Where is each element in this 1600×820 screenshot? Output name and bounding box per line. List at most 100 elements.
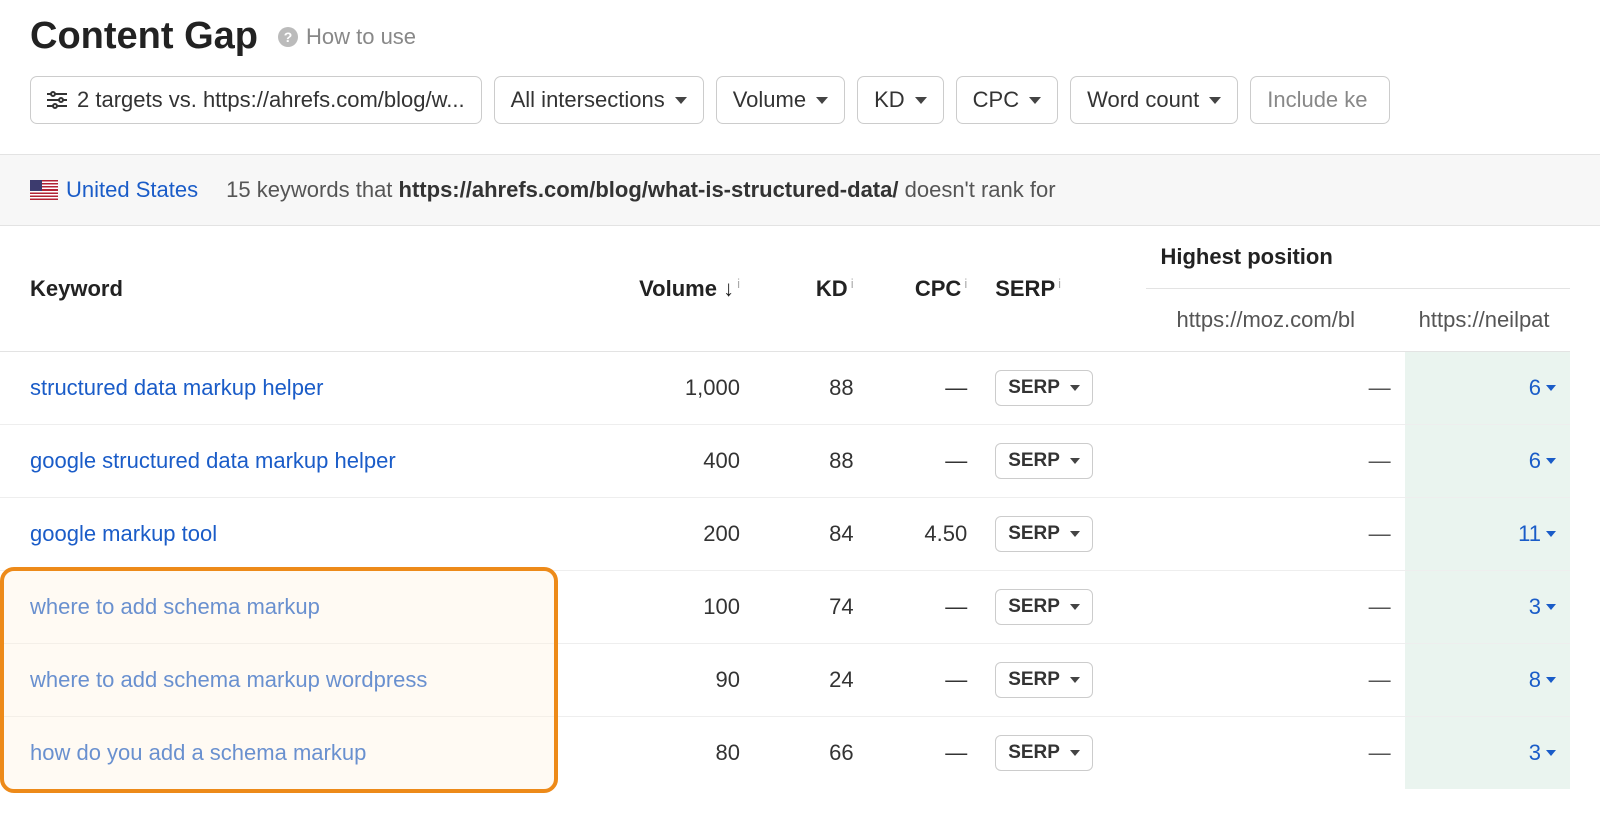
table-row: where to add schema markup10074—SERP—3 <box>0 571 1570 644</box>
word-count-filter[interactable]: Word count <box>1070 76 1238 124</box>
col-position-target-1[interactable]: https://moz.com/bl <box>1146 289 1404 352</box>
us-flag-icon <box>30 180 58 200</box>
intersections-filter-label: All intersections <box>511 87 665 113</box>
cell-position-1: — <box>1146 571 1404 644</box>
intersections-filter[interactable]: All intersections <box>494 76 704 124</box>
serp-button[interactable]: SERP <box>995 516 1093 552</box>
keyword-link[interactable]: google markup tool <box>30 521 217 546</box>
chevron-down-icon <box>675 97 687 104</box>
col-position-target-2[interactable]: https://neilpat <box>1405 289 1570 352</box>
summary-mid: keywords that <box>257 177 393 202</box>
kd-filter-label: KD <box>874 87 905 113</box>
cell-volume: 400 <box>578 425 754 498</box>
col-kd[interactable]: KDi <box>754 226 868 352</box>
keyword-link[interactable]: where to add schema markup <box>30 594 320 619</box>
col-cpc[interactable]: CPCi <box>868 226 982 352</box>
country-selector[interactable]: United States <box>30 177 206 203</box>
targets-filter-label: 2 targets vs. https://ahrefs.com/blog/w.… <box>77 87 465 113</box>
cell-kd: 84 <box>754 498 868 571</box>
table-row: google structured data markup helper4008… <box>0 425 1570 498</box>
info-icon: i <box>737 276 740 291</box>
table-row: structured data markup helper1,00088—SER… <box>0 352 1570 425</box>
summary-bar: United States 15 keywords that https://a… <box>0 154 1600 226</box>
keyword-link[interactable]: google structured data markup helper <box>30 448 396 473</box>
sort-desc-icon: ↓ <box>717 276 734 301</box>
cell-position-1: — <box>1146 498 1404 571</box>
cell-volume: 90 <box>578 644 754 717</box>
question-icon: ? <box>278 27 298 47</box>
cpc-filter[interactable]: CPC <box>956 76 1058 124</box>
cell-volume: 1,000 <box>578 352 754 425</box>
cell-kd: 88 <box>754 352 868 425</box>
cell-position-1: — <box>1146 425 1404 498</box>
col-serp-label: SERP <box>995 276 1055 301</box>
chevron-down-icon <box>915 97 927 104</box>
col-volume-label: Volume <box>639 276 717 301</box>
serp-button[interactable]: SERP <box>995 735 1093 771</box>
keyword-link[interactable]: how do you add a schema markup <box>30 740 366 765</box>
cell-cpc: — <box>868 717 982 790</box>
chevron-down-icon <box>1546 604 1556 610</box>
cell-volume: 100 <box>578 571 754 644</box>
keywords-table: Keyword Volume ↓i KDi CPCi SERPi Highest… <box>0 226 1570 789</box>
volume-filter-label: Volume <box>733 87 806 113</box>
chevron-down-icon <box>1546 750 1556 756</box>
serp-button[interactable]: SERP <box>995 370 1093 406</box>
position-link[interactable]: 6 <box>1529 448 1556 474</box>
serp-button[interactable]: SERP <box>995 662 1093 698</box>
table-row: how do you add a schema markup8066—SERP—… <box>0 717 1570 790</box>
col-kd-label: KD <box>816 276 848 301</box>
position-link[interactable]: 3 <box>1529 594 1556 620</box>
cell-cpc: — <box>868 644 982 717</box>
chevron-down-icon <box>1070 458 1080 464</box>
keyword-link[interactable]: structured data markup helper <box>30 375 324 400</box>
info-icon: i <box>1058 276 1061 291</box>
col-volume[interactable]: Volume ↓i <box>578 226 754 352</box>
position-link[interactable]: 3 <box>1529 740 1556 766</box>
kd-filter[interactable]: KD <box>857 76 944 124</box>
chevron-down-icon <box>1209 97 1221 104</box>
info-icon: i <box>964 276 967 291</box>
cell-cpc: 4.50 <box>868 498 982 571</box>
targets-filter[interactable]: 2 targets vs. https://ahrefs.com/blog/w.… <box>30 76 482 124</box>
serp-button[interactable]: SERP <box>995 589 1093 625</box>
page-title: Content Gap <box>30 15 258 58</box>
cell-position-1: — <box>1146 717 1404 790</box>
table-row: where to add schema markup wordpress 9024… <box>0 644 1570 717</box>
position-link[interactable]: 11 <box>1518 521 1556 547</box>
cell-kd: 24 <box>754 644 868 717</box>
include-keywords-input[interactable]: Include ke <box>1250 76 1390 124</box>
summary-text: 15 keywords that https://ahrefs.com/blog… <box>226 177 1055 203</box>
summary-tail: doesn't rank for <box>905 177 1056 202</box>
filters-bar: 2 targets vs. https://ahrefs.com/blog/w.… <box>30 76 1600 124</box>
summary-url: https://ahrefs.com/blog/what-is-structur… <box>399 177 899 202</box>
cell-position-1: — <box>1146 352 1404 425</box>
volume-filter[interactable]: Volume <box>716 76 845 124</box>
chevron-down-icon <box>1546 458 1556 464</box>
cell-kd: 66 <box>754 717 868 790</box>
chevron-down-icon <box>816 97 828 104</box>
cell-kd: 74 <box>754 571 868 644</box>
cell-cpc: — <box>868 352 982 425</box>
chevron-down-icon <box>1070 385 1080 391</box>
cell-volume: 80 <box>578 717 754 790</box>
col-serp[interactable]: SERPi <box>981 226 1146 352</box>
chevron-down-icon <box>1546 385 1556 391</box>
chevron-down-icon <box>1070 531 1080 537</box>
summary-count: 15 <box>226 177 250 202</box>
cell-position-1: — <box>1146 644 1404 717</box>
col-highest-position[interactable]: Highest position <box>1146 226 1570 289</box>
keyword-link[interactable]: where to add schema markup wordpress <box>30 667 427 692</box>
col-keyword[interactable]: Keyword <box>0 226 578 352</box>
position-link[interactable]: 8 <box>1529 667 1556 693</box>
how-to-use-link[interactable]: ? How to use <box>278 24 416 50</box>
info-icon: i <box>851 276 854 291</box>
chevron-down-icon <box>1546 531 1556 537</box>
chevron-down-icon <box>1070 677 1080 683</box>
word-count-filter-label: Word count <box>1087 87 1199 113</box>
sliders-icon <box>47 91 67 109</box>
table-row: google markup tool200844.50SERP—11 <box>0 498 1570 571</box>
position-link[interactable]: 6 <box>1529 375 1556 401</box>
cpc-filter-label: CPC <box>973 87 1019 113</box>
serp-button[interactable]: SERP <box>995 443 1093 479</box>
